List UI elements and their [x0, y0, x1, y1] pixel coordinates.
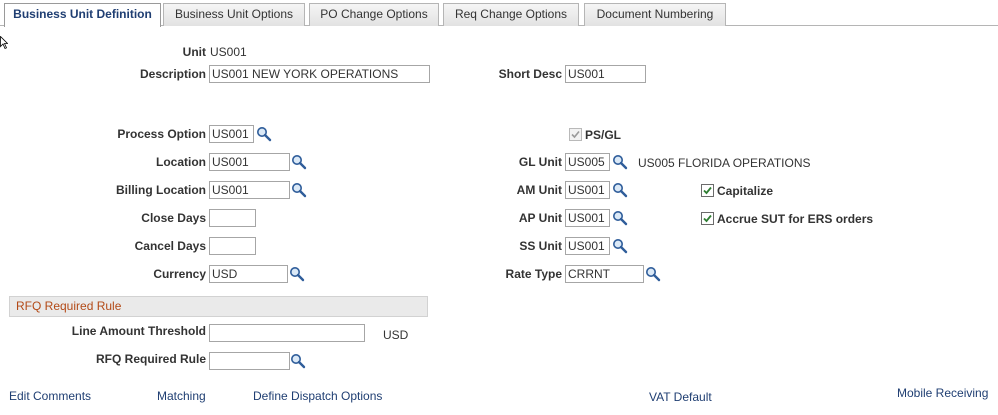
define-dispatch-options-link[interactable]: Define Dispatch Options [253, 389, 382, 403]
capitalize-checkbox[interactable] [701, 184, 714, 197]
process-option-lookup-icon[interactable] [256, 126, 272, 142]
am-unit-field[interactable]: US001 [565, 181, 610, 199]
billing-location-lookup-icon[interactable] [291, 182, 307, 198]
rate-type-label: Rate Type [505, 267, 562, 281]
gl-unit-description: US005 FLORIDA OPERATIONS [638, 156, 811, 170]
psgl-label: PS/GL [585, 128, 622, 142]
rfq-required-rule-lookup-icon[interactable] [290, 353, 306, 369]
accrue-sut-checkbox[interactable] [701, 212, 714, 225]
am-unit-label: AM Unit [516, 183, 562, 197]
billing-location-label: Billing Location [116, 183, 206, 197]
checkmark-icon [571, 130, 580, 139]
location-field[interactable]: US001 [209, 153, 290, 171]
mouse-pointer-icon [0, 36, 8, 50]
mobile-receiving-link[interactable]: Mobile Receiving [897, 386, 988, 400]
currency-label: Currency [153, 267, 206, 281]
checkmark-icon [703, 186, 712, 195]
cancel-days-field[interactable] [209, 237, 256, 255]
ap-unit-field[interactable]: US001 [565, 209, 610, 227]
rate-type-lookup-icon[interactable] [645, 266, 661, 282]
checkmark-icon [703, 214, 712, 223]
tab-business-unit-options[interactable]: Business Unit Options [163, 3, 305, 26]
ap-unit-label: AP Unit [518, 211, 562, 225]
description-field[interactable]: US001 NEW YORK OPERATIONS [209, 65, 430, 83]
process-option-label: Process Option [117, 127, 206, 141]
psgl-checkbox[interactable] [569, 128, 582, 141]
unit-value: US001 [210, 45, 247, 59]
tab-document-numbering[interactable]: Document Numbering [584, 3, 726, 26]
rfq-required-rule-field[interactable] [209, 352, 290, 370]
close-days-label: Close Days [141, 211, 206, 225]
gl-unit-label: GL Unit [518, 155, 562, 169]
location-label: Location [156, 155, 206, 169]
billing-location-field[interactable]: US001 [209, 181, 290, 199]
close-days-field[interactable] [209, 209, 256, 227]
tab-req-change-options[interactable]: Req Change Options [443, 3, 579, 26]
process-option-field[interactable]: US001 [209, 125, 254, 143]
line-amount-currency: USD [383, 328, 409, 342]
rfq-required-rule-label: RFQ Required Rule [95, 352, 206, 366]
tab-label: Business Unit Definition [13, 7, 152, 21]
tab-business-unit-definition[interactable]: Business Unit Definition [4, 3, 161, 27]
gl-unit-field[interactable]: US005 [565, 153, 610, 171]
short-desc-label: Short Desc [498, 67, 562, 81]
location-lookup-icon[interactable] [291, 154, 307, 170]
unit-label: Unit [182, 45, 206, 59]
currency-field[interactable]: USD [209, 265, 288, 283]
short-desc-field[interactable]: US001 [565, 65, 646, 83]
ss-unit-field[interactable]: US001 [565, 237, 610, 255]
capitalize-label: Capitalize [717, 184, 774, 198]
line-amount-threshold-field[interactable] [209, 324, 365, 342]
tab-label: Req Change Options [454, 7, 568, 21]
rfq-section-header: RFQ Required Rule [9, 296, 428, 317]
gl-unit-lookup-icon[interactable] [612, 154, 628, 170]
matching-link[interactable]: Matching [157, 389, 206, 403]
tab-po-change-options[interactable]: PO Change Options [309, 3, 439, 26]
currency-lookup-icon[interactable] [289, 266, 305, 282]
ss-unit-lookup-icon[interactable] [612, 238, 628, 254]
tab-label: PO Change Options [320, 7, 428, 21]
tab-label: Business Unit Options [174, 7, 294, 21]
ap-unit-lookup-icon[interactable] [612, 210, 628, 226]
cancel-days-label: Cancel Days [134, 239, 206, 253]
edit-comments-link[interactable]: Edit Comments [9, 389, 91, 403]
rate-type-field[interactable]: CRRNT [565, 265, 644, 283]
ss-unit-label: SS Unit [519, 239, 562, 253]
vat-default-link[interactable]: VAT Default [649, 390, 712, 404]
line-amount-threshold-label: Line Amount Threshold [71, 324, 206, 338]
description-label: Description [139, 67, 206, 81]
am-unit-lookup-icon[interactable] [612, 182, 628, 198]
tab-label: Document Numbering [596, 7, 714, 21]
accrue-sut-label: Accrue SUT for ERS orders [717, 212, 874, 226]
